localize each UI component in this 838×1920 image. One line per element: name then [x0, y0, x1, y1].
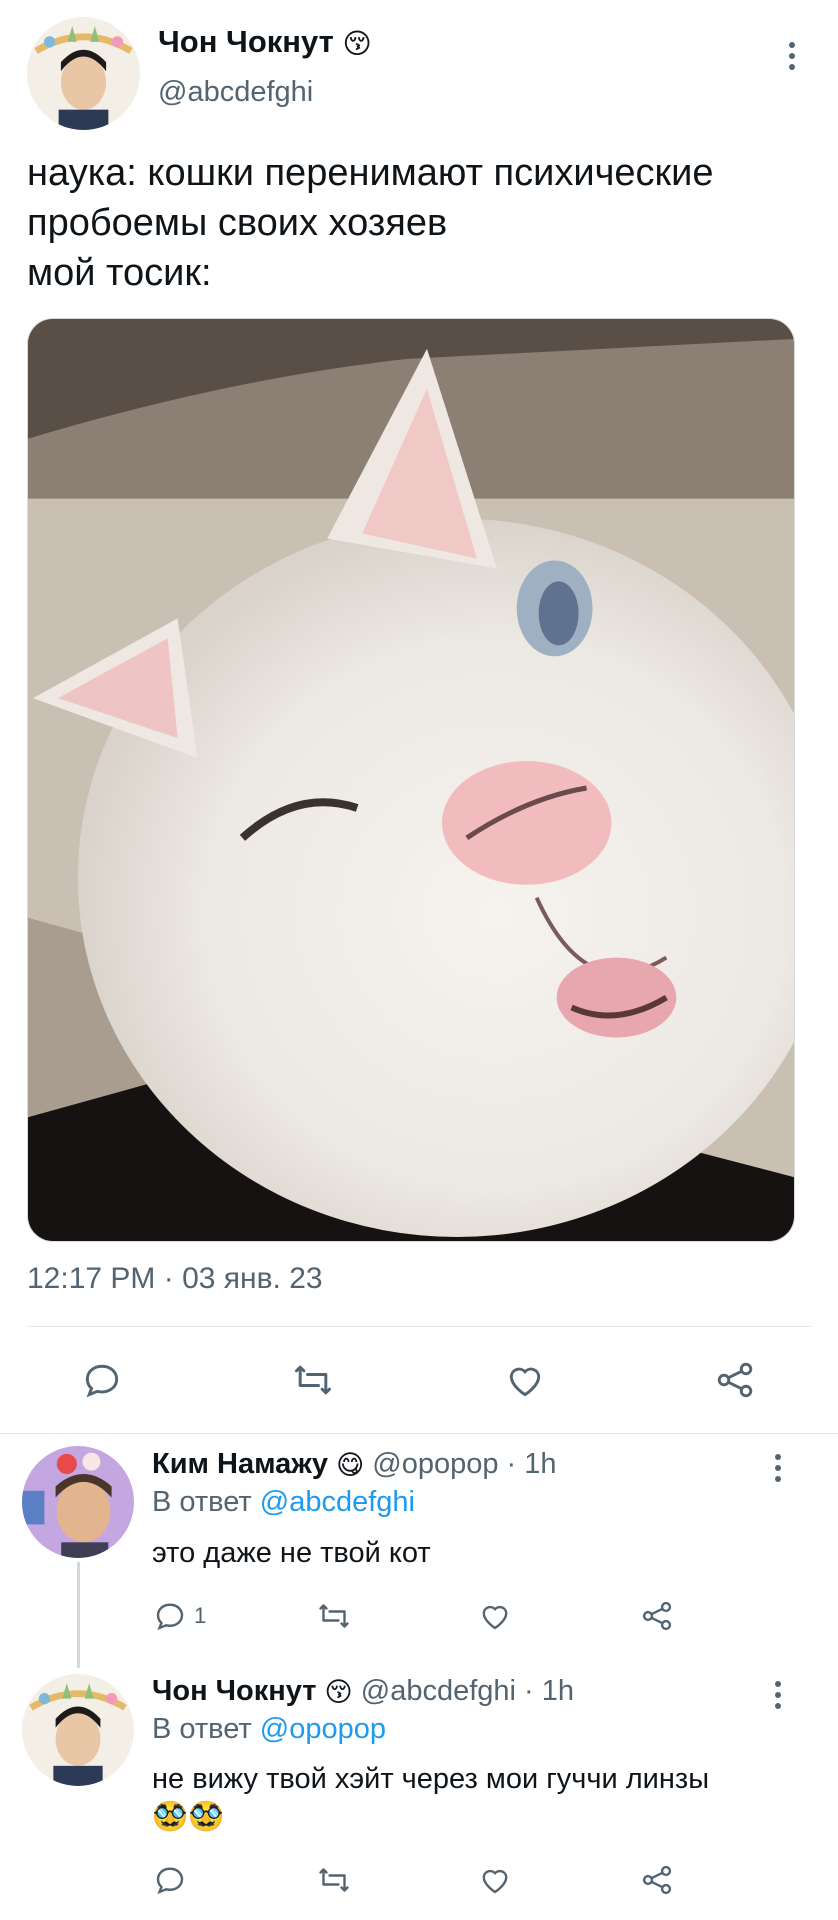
divider: [27, 1326, 811, 1327]
author-avatar[interactable]: [27, 17, 140, 130]
reply-author-name[interactable]: Чон Чокнут 😚 @abcdefghi · 1h: [152, 1675, 574, 1708]
like-button[interactable]: [477, 1862, 513, 1898]
more-options-icon[interactable]: [773, 1454, 783, 1487]
share-button[interactable]: [713, 1358, 757, 1402]
kissing-emoji-icon: 😚: [342, 28, 372, 60]
reply-count: 1: [194, 1603, 207, 1628]
retweet-icon: [295, 1365, 331, 1395]
share-icon: [642, 1601, 672, 1631]
share-button[interactable]: [639, 1598, 675, 1634]
reply-author-avatar[interactable]: [22, 1446, 134, 1558]
more-options-icon[interactable]: [787, 42, 797, 75]
share-icon: [642, 1865, 672, 1895]
retweet-button[interactable]: [314, 1862, 354, 1898]
like-button[interactable]: [477, 1598, 513, 1634]
kissing-emoji-icon: 😚: [324, 1676, 353, 1707]
reply-author-name[interactable]: Ким Намажу 😋 @opopop · 1h: [152, 1448, 557, 1481]
tweet-timestamp[interactable]: 12:17 PM · 03 янв. 23: [27, 1262, 323, 1296]
retweet-icon: [319, 1868, 349, 1892]
reply-author-avatar[interactable]: [22, 1674, 134, 1786]
reply-handle-time[interactable]: @abcdefghi · 1h: [361, 1675, 574, 1707]
reply-handle-time[interactable]: @opopop · 1h: [372, 1448, 556, 1480]
author-name[interactable]: Чон Чокнут 😚: [158, 24, 372, 60]
reply-icon: [85, 1364, 119, 1398]
retweet-icon: [319, 1604, 349, 1628]
author-handle[interactable]: @abcdefghi: [158, 76, 313, 109]
tweet-image[interactable]: [27, 318, 795, 1242]
share-icon: [717, 1362, 753, 1398]
disguised-face-emoji-icon: 🥸🥸: [152, 1801, 225, 1833]
share-button[interactable]: [639, 1862, 675, 1898]
reply-button[interactable]: 1: [152, 1598, 206, 1634]
divider: [0, 1433, 838, 1434]
like-icon: [509, 1367, 541, 1397]
replying-to: В ответ @abcdefghi: [152, 1486, 415, 1518]
like-icon: [482, 1869, 508, 1894]
replying-to: В ответ @opopop: [152, 1713, 386, 1745]
tweet-text: наука: кошки перенимают психические проб…: [27, 152, 714, 294]
mention-link[interactable]: @abcdefghi: [260, 1486, 415, 1518]
reply-icon: [156, 1603, 184, 1631]
more-options-icon[interactable]: [773, 1681, 783, 1714]
reply-button[interactable]: [80, 1358, 124, 1402]
reply-text: это даже не твой кот: [152, 1537, 431, 1569]
reply-icon: [156, 1867, 184, 1895]
retweet-button[interactable]: [289, 1358, 337, 1402]
mention-link[interactable]: @opopop: [260, 1713, 386, 1745]
thread-connector: [77, 1562, 80, 1668]
like-icon: [482, 1605, 508, 1630]
reply-button[interactable]: [152, 1862, 188, 1898]
retweet-button[interactable]: [314, 1598, 354, 1634]
reply-text: не вижу твой хэйт через мои гуччи линзы …: [152, 1763, 710, 1833]
like-button[interactable]: [503, 1358, 547, 1402]
yum-emoji-icon: 😋: [336, 1449, 365, 1480]
